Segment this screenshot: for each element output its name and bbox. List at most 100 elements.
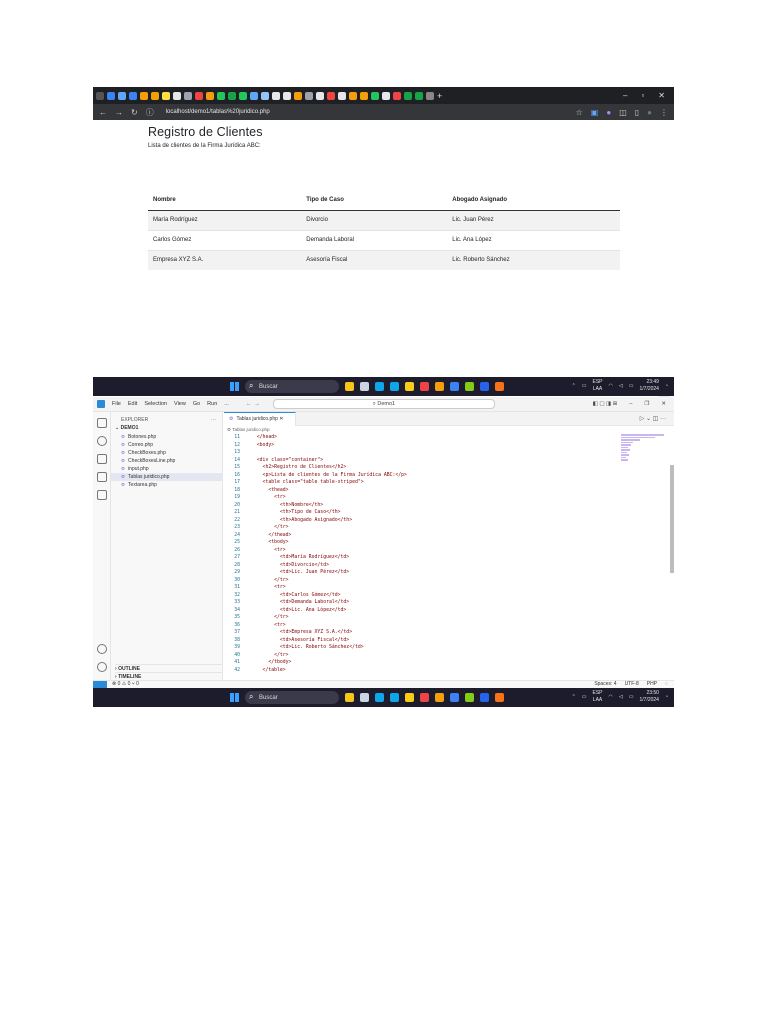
windows-start-icon[interactable] [230,382,239,391]
language-indicator[interactable]: ESP LAA [593,379,603,393]
editor-actions[interactable]: ▷ ⌄ ◫ ··· [640,415,666,422]
keyboard-icon[interactable]: ▭ [582,694,587,700]
active-tab-close-icon[interactable] [426,91,434,100]
menu-run[interactable]: Run [207,401,217,407]
app-icon[interactable] [465,693,474,702]
app-icon[interactable] [405,382,414,391]
outline-section[interactable]: › OUTLINE [115,664,223,672]
app-icon[interactable] [450,382,459,391]
back-icon[interactable]: ← [99,108,107,117]
problems-indicator[interactable]: ⊗ 0 ⚠ 0 ⑂ 0 [112,681,139,688]
settings-gear-icon[interactable] [97,662,107,672]
tab-favicon[interactable] [239,91,247,100]
tab-close-icon[interactable]: ✕ [279,416,283,422]
kebab-menu-icon[interactable]: ⋮ [660,108,668,117]
file-item[interactable]: ⚙ CheckBoxes.php [111,449,222,457]
tab-favicon[interactable] [349,91,357,100]
reload-icon[interactable]: ↻ [131,108,138,117]
volume-icon[interactable]: ◁ [619,383,623,389]
app-icon[interactable] [375,693,384,702]
menu-selection[interactable]: Selection [144,401,167,407]
tab-favicon[interactable] [261,91,269,100]
file-item[interactable]: ⚙ Textarea.php [111,481,222,489]
explorer-icon[interactable] [97,418,107,428]
taskbar-search-box[interactable]: Buscar [245,380,339,393]
extension-icon[interactable]: ▣ [591,108,599,117]
app-icon[interactable] [405,693,414,702]
source-control-icon[interactable] [97,454,107,464]
extensions-puzzle-icon[interactable]: ◫ [619,108,627,117]
opera-icon[interactable] [420,382,429,391]
tab-favicon[interactable] [250,91,258,100]
tab-favicon[interactable] [283,91,291,100]
opera-icon[interactable] [420,693,429,702]
app-icon[interactable] [450,693,459,702]
tray-chevron-icon[interactable]: ⌃ [572,383,576,389]
more-actions-icon[interactable]: ··· [211,417,222,425]
extension-icon[interactable]: ● [606,108,611,117]
tab-favicon[interactable] [338,91,346,100]
tab-favicon[interactable] [371,91,379,100]
clock[interactable]: 23:50 1/7/2024 [640,690,659,704]
file-explorer-icon[interactable] [345,382,354,391]
notification-icon[interactable]: ◔ [665,383,668,389]
chrome-icon[interactable] [435,693,444,702]
account-icon[interactable] [97,644,107,654]
calendar-icon[interactable] [360,693,369,702]
menu-view[interactable]: View [174,401,186,407]
battery-icon[interactable]: ▭ [629,694,634,700]
app-icon[interactable] [375,382,384,391]
editor-scrollbar[interactable] [670,465,674,573]
tab-favicon[interactable] [404,91,412,100]
xampp-icon[interactable] [495,693,504,702]
menu-file[interactable]: File [112,401,121,407]
language-mode-status[interactable]: PHP [647,681,657,688]
extensions-icon[interactable] [97,490,107,500]
tab-favicon[interactable] [129,91,137,100]
tab-favicon[interactable] [393,91,401,100]
tab-favicon[interactable] [294,91,302,100]
tab-favicon[interactable] [151,91,159,100]
new-tab-icon[interactable]: + [437,91,442,101]
run-debug-icon[interactable] [97,472,107,482]
profile-avatar[interactable]: ● [647,108,652,117]
forward-icon[interactable]: → [115,108,123,117]
file-item[interactable]: ⚙ Correo.php [111,441,222,449]
minimize-icon[interactable]: – [629,401,632,407]
minimize-icon[interactable]: – [623,91,627,100]
battery-icon[interactable]: ▭ [629,383,634,389]
tab-favicon[interactable] [206,91,214,100]
file-explorer-icon[interactable] [345,693,354,702]
tab-favicon[interactable] [184,91,192,100]
layout-toggle-icon[interactable]: ◧ ▢ ◨ ⊞ [593,401,618,407]
volume-icon[interactable]: ◁ [619,694,623,700]
notification-icon[interactable]: ◔ [665,694,668,700]
tab-favicon[interactable] [195,91,203,100]
folder-demo1[interactable]: ⌄ DEMO1 [111,425,222,433]
bookmark-star-icon[interactable]: ☆ [576,108,583,117]
site-info-icon[interactable]: ⓘ [146,107,154,118]
calendar-icon[interactable] [360,382,369,391]
chrome-icon[interactable] [435,382,444,391]
command-center[interactable]: ⌕ Demo1 [272,399,495,409]
edge-icon[interactable] [390,693,399,702]
tab-favicon[interactable] [415,91,423,100]
notifications-bell-icon[interactable]: ◌ [665,681,668,688]
xampp-icon[interactable] [495,382,504,391]
file-item[interactable]: ⚙ input.php [111,465,222,473]
tab-favicon[interactable] [173,91,181,100]
clock[interactable]: 23:49 1/7/2024 [640,379,659,393]
indentation-status[interactable]: Spaces: 4 [594,681,616,688]
tab-favicon[interactable] [228,91,236,100]
windows-start-icon[interactable] [230,693,239,702]
tab-favicon[interactable] [305,91,313,100]
close-icon[interactable]: ✕ [661,401,666,407]
search-icon[interactable] [97,436,107,446]
tab-favicon[interactable] [162,91,170,100]
editor-tab-active[interactable]: ⚙ Tablas juridico.php ✕ [224,412,296,426]
timeline-section[interactable]: › TIMELINE [115,672,223,680]
maximize-icon[interactable]: ▫ [641,91,644,100]
menu-edit[interactable]: Edit [128,401,137,407]
sidepanel-icon[interactable]: ▯ [635,108,639,117]
tab-favicon[interactable] [107,91,115,100]
